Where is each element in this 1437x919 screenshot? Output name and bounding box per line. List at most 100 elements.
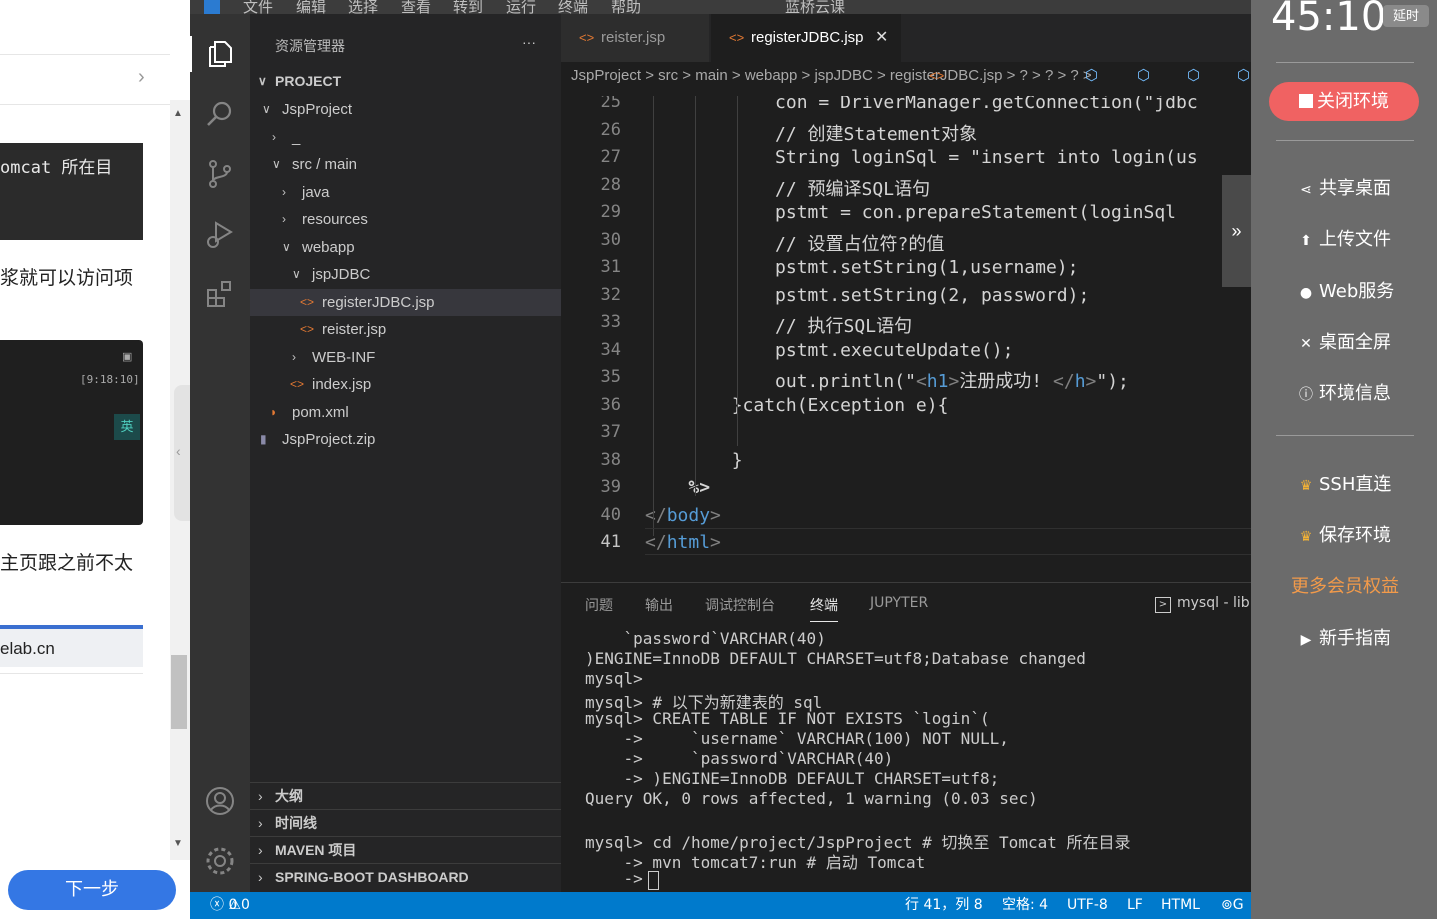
tab-terminal[interactable]: 终端 [810, 595, 838, 622]
ssh-button[interactable]: ♛ SSH直连 [1297, 470, 1392, 496]
code-line: // 执行SQL语句 [645, 316, 913, 337]
share-desktop-button[interactable]: ⋖ 共享桌面 [1297, 174, 1391, 200]
tab-problems[interactable]: 问题 [585, 595, 613, 615]
terminal-time: [9:18:10] [80, 373, 140, 386]
tab-jupyter[interactable]: JUPYTER [870, 595, 928, 611]
tree-item[interactable]: ◗ pom.xml [250, 399, 561, 426]
search-icon[interactable] [204, 98, 236, 130]
tree-item-label: registerJDBC.jsp [322, 293, 435, 311]
upload-file-button[interactable]: ⬆ 上传文件 [1297, 225, 1391, 251]
scroll-up-icon[interactable]: ▲ [173, 108, 183, 119]
panel-collapse-handle[interactable]: ‹ [174, 385, 190, 521]
code-line: String loginSql = "insert into login(us [645, 147, 1198, 168]
tree-item[interactable]: › WEB-INF [250, 344, 561, 371]
terminal-line: `password`VARCHAR(40) [585, 629, 826, 648]
line-number: 38 [600, 449, 621, 470]
tree-item-label: webapp [302, 238, 355, 256]
chevron-right-icon: › [272, 129, 276, 144]
save-environment-button[interactable]: ♛ 保存环境 [1297, 521, 1391, 547]
tree-item[interactable]: <> registerJDBC.jsp [250, 288, 561, 316]
editor-tabs: <> reister.jsp <> registerJDBC.jsp ✕ [561, 14, 1251, 62]
live-share-icon[interactable]: ⊚ G [1221, 892, 1244, 919]
tab-debug-console[interactable]: 调试控制台 [705, 595, 775, 615]
tree-item[interactable]: › _ [250, 124, 561, 151]
scroll-down-icon[interactable]: ▼ [173, 838, 183, 849]
code-line: pstmt = con.prepareStatement(loginSql [645, 202, 1177, 223]
section-outline[interactable]: › 大纲 [250, 782, 561, 809]
end-of-line[interactable]: LF [1127, 892, 1143, 919]
line-number: 36 [600, 394, 621, 415]
settings-gear-icon[interactable] [204, 845, 236, 877]
tab-registerjdbc[interactable]: <> registerJDBC.jsp ✕ [711, 14, 901, 62]
scrollbar-thumb[interactable] [171, 655, 187, 729]
tree-item-label: WEB-INF [312, 348, 376, 366]
xml-file-icon: ◗ [270, 404, 278, 419]
web-service-button[interactable]: ● Web服务 [1297, 277, 1394, 303]
terminal-cursor [648, 871, 659, 890]
explorer-title: 资源管理器 [275, 39, 345, 55]
line-number: 26 [600, 119, 621, 140]
explorer-icon[interactable] [204, 38, 236, 70]
section-maven[interactable]: › MAVEN 项目 [250, 836, 561, 863]
environment-panel: 45:10 延时 关闭环境 ⋖ 共享桌面 ⬆ 上传文件 ● Web服务 ✕ 桌面全屏 ⓘ… [1251, 0, 1437, 919]
tree-item[interactable]: ▮ JspProject.zip [250, 426, 561, 453]
tree-item[interactable]: ∨ JspProject [250, 96, 561, 123]
beginner-guide-button[interactable]: ▶ 新手指南 [1297, 624, 1391, 650]
next-step-button[interactable]: 下一步 [8, 870, 176, 910]
tree-item[interactable]: › java [250, 179, 561, 206]
env-info-button[interactable]: ⓘ 环境信息 [1297, 379, 1391, 405]
code-snippet-text: omcat 所在目 [0, 158, 113, 178]
errors-warnings[interactable]: ⓧ 0 ⚠ 0 [210, 892, 250, 919]
close-environment-button[interactable]: 关闭环境 [1269, 82, 1419, 121]
more-member-benefits-link[interactable]: 更多会员权益 [1291, 572, 1399, 598]
tree-item[interactable]: <> index.jsp [250, 371, 561, 398]
chevron-left-icon: ‹ [176, 443, 181, 459]
code-line: </body> [645, 504, 721, 526]
more-actions-icon[interactable]: ··· [522, 34, 536, 50]
line-number: 37 [600, 422, 621, 442]
source-control-icon[interactable] [204, 158, 236, 190]
symbol-icon: ⬡ [1085, 67, 1099, 84]
extensions-icon[interactable] [204, 278, 236, 310]
cursor-position[interactable]: 行 41，列 8 [905, 892, 983, 919]
line-number: 35 [600, 367, 621, 387]
encoding[interactable]: UTF-8 [1067, 892, 1108, 919]
code-editor[interactable]: 25 con = DriverManager.getConnection("jd… [561, 96, 1251, 582]
tab-output[interactable]: 输出 [645, 595, 673, 615]
terminal-line: -> [585, 869, 653, 888]
tree-item[interactable]: <> reister.jsp [250, 316, 561, 343]
chevron-right-icon: › [282, 184, 286, 199]
terminal-dropdown[interactable]: > mysql - lib [1155, 595, 1250, 613]
run-debug-icon[interactable] [204, 218, 236, 250]
html-file-icon: <> [300, 294, 315, 309]
chevron-down-icon: ∨ [262, 102, 271, 116]
tree-item[interactable]: ∨ jspJDBC [250, 261, 561, 288]
fullscreen-button[interactable]: ✕ 桌面全屏 [1297, 328, 1391, 354]
active-indicator [190, 36, 192, 72]
chevron-right-icon[interactable]: › [138, 66, 145, 89]
code-line: con = DriverManager.getConnection("jdbc [645, 96, 1198, 113]
section-timeline[interactable]: › 时间线 [250, 809, 561, 836]
code-line: }catch(Exception e){ [645, 394, 949, 416]
section-spring-boot[interactable]: › SPRING-BOOT DASHBOARD [250, 863, 561, 890]
tree-item[interactable]: › resources [250, 206, 561, 233]
chevron-down-icon: ∨ [258, 74, 267, 88]
tree-item-label: jspJDBC [312, 266, 371, 283]
indent-spaces[interactable]: 空格: 4 [1002, 892, 1048, 919]
project-root[interactable]: ∨ PROJECT [250, 68, 561, 95]
info-icon: ⓘ [1299, 387, 1313, 403]
language-mode[interactable]: HTML [1161, 892, 1200, 919]
line-number: 34 [600, 339, 621, 360]
tab-reister[interactable]: <> reister.jsp [561, 14, 709, 62]
timer: 45:10 [1271, 0, 1387, 40]
extend-time-button[interactable]: 延时 [1383, 5, 1429, 27]
html-file-icon: <> [300, 322, 315, 336]
tree-item-label: index.jsp [312, 376, 372, 393]
expand-panel-icon[interactable]: » [1222, 175, 1251, 287]
tree-item-label: JspProject [282, 101, 353, 118]
close-tab-icon[interactable]: ✕ [875, 14, 888, 62]
tree-item[interactable]: ∨ src / main [250, 151, 561, 178]
tree-item[interactable]: ∨ webapp [250, 234, 561, 261]
line-number: 31 [600, 257, 621, 277]
account-icon[interactable] [204, 785, 236, 817]
